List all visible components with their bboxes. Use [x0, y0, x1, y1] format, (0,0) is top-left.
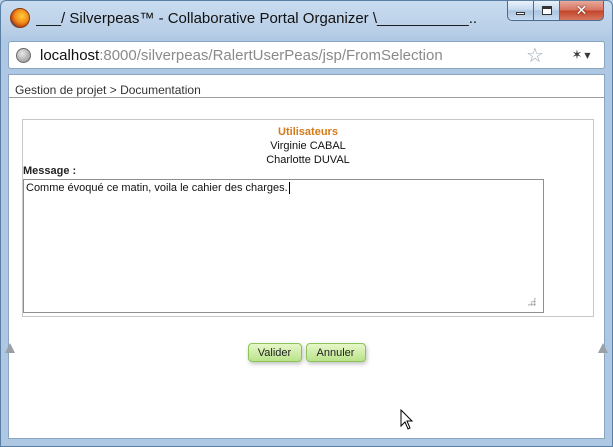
url-host: localhost: [40, 47, 100, 64]
maximize-button[interactable]: [534, 1, 560, 21]
scroll-left-arrow-icon[interactable]: [5, 343, 15, 353]
browser-window: ___/ Silverpeas™ - Collaborative Portal …: [0, 0, 613, 447]
mouse-cursor-icon: [400, 409, 414, 430]
form-actions: Valider Annuler: [9, 343, 604, 362]
url-text[interactable]: localhost:8000/silverpeas/RalertUserPeas…: [40, 47, 443, 64]
url-path: :8000/silverpeas/RalertUserPeas/jsp/From…: [99, 47, 443, 64]
minimize-button[interactable]: [507, 1, 534, 21]
address-bar[interactable]: localhost:8000/silverpeas/RalertUserPeas…: [8, 41, 605, 69]
message-section: Message : Comme évoqué ce matin, voila l…: [23, 119, 595, 317]
chevron-down-icon[interactable]: ▼: [584, 51, 590, 60]
cancel-button[interactable]: Annuler: [305, 343, 366, 362]
globe-icon: [16, 48, 31, 63]
text-caret: [288, 182, 290, 194]
caption-buttons: ✕: [507, 1, 604, 21]
window-title: ___/ Silverpeas™ - Collaborative Portal …: [36, 10, 476, 27]
breadcrumb: Gestion de projet > Documentation: [15, 83, 201, 97]
firefox-icon: [10, 8, 30, 28]
minimize-icon: [516, 12, 525, 15]
close-button[interactable]: ✕: [560, 1, 604, 21]
title-bar[interactable]: ___/ Silverpeas™ - Collaborative Portal …: [1, 1, 612, 37]
breadcrumb-divider: [9, 97, 604, 98]
close-icon: ✕: [575, 2, 588, 19]
extension-icon[interactable]: ✶: [571, 48, 582, 63]
resize-grip-icon[interactable]: [527, 297, 536, 306]
message-text: Comme évoqué ce matin, voila le cahier d…: [26, 182, 288, 194]
maximize-icon: [541, 6, 552, 15]
message-label: Message :: [23, 165, 77, 177]
bookmark-star-icon[interactable]: ☆: [526, 43, 544, 67]
message-textarea[interactable]: Comme évoqué ce matin, voila le cahier d…: [23, 179, 544, 313]
extension-area[interactable]: ✶ ▼: [557, 41, 605, 69]
page-content: Gestion de projet > Documentation Utilis…: [8, 74, 605, 439]
validate-button[interactable]: Valider: [247, 343, 302, 362]
scroll-right-arrow-icon[interactable]: [598, 343, 608, 353]
